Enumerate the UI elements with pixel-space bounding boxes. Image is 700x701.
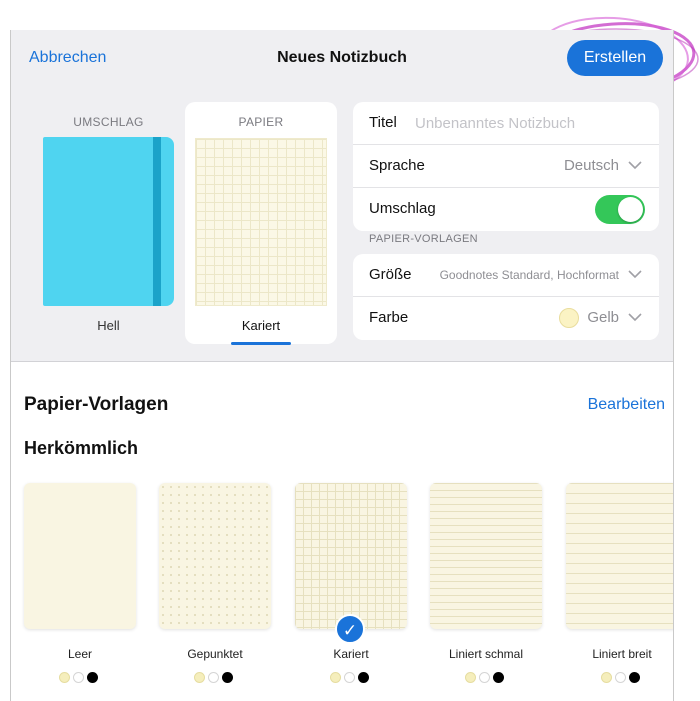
swatch-yellow[interactable] (330, 672, 341, 683)
color-swatches (194, 672, 244, 684)
paper-color-swatch (559, 308, 579, 328)
notebook-settings-panel: Titel Sprache Deutsch Umschlag (353, 102, 659, 231)
paper-settings-panel: Größe Goodnotes Standard, Hochformat Far… (353, 254, 659, 340)
template-thumbnail (159, 483, 271, 629)
swatch-yellow[interactable] (194, 672, 205, 683)
swatch-white[interactable] (479, 672, 490, 683)
paper-caption: Kariert (241, 318, 281, 333)
color-label: Farbe (369, 309, 409, 326)
edit-button[interactable]: Bearbeiten (588, 396, 665, 414)
swatch-yellow[interactable] (465, 672, 476, 683)
toggle-knob (618, 197, 643, 222)
language-label: Sprache (369, 157, 425, 174)
template-item-gepunktet[interactable]: Gepunktet (146, 483, 282, 693)
color-row[interactable]: Farbe Gelb (353, 297, 659, 340)
cover-elastic-band (153, 137, 161, 306)
title-row: Titel (353, 102, 659, 145)
templates-title: Papier-Vorlagen (24, 394, 169, 415)
template-label: Leer (67, 647, 93, 661)
template-item-leer[interactable]: Leer (11, 483, 147, 693)
cover-toggle-row: Umschlag (353, 188, 659, 231)
chevron-down-icon (628, 161, 642, 170)
swatch-white[interactable] (208, 672, 219, 683)
paper-preview-card[interactable]: PAPIER Kariert (185, 102, 337, 345)
language-row[interactable]: Sprache Deutsch (353, 145, 659, 188)
template-thumbnail (295, 483, 407, 629)
template-thumbnail (430, 483, 542, 629)
language-value: Deutsch (563, 157, 619, 174)
template-thumbnail (24, 483, 136, 629)
swatch-white[interactable] (73, 672, 84, 683)
cover-toggle[interactable] (595, 195, 645, 224)
swatch-white[interactable] (615, 672, 626, 683)
paper-preview-thumbnail (195, 138, 327, 306)
template-item-liniert-schmal[interactable]: Liniert schmal (417, 483, 553, 693)
template-label: Liniert schmal (448, 647, 524, 661)
title-label: Titel (369, 114, 397, 131)
template-group-title: Herkömmlich (24, 438, 139, 458)
paper-templates-area: Papier-Vorlagen Bearbeiten Herkömmlich L… (11, 363, 673, 701)
create-button[interactable]: Erstellen (567, 40, 663, 76)
swatch-black[interactable] (87, 672, 98, 683)
paper-section-label: PAPIER (238, 115, 284, 129)
size-row[interactable]: Größe Goodnotes Standard, Hochformat (353, 254, 659, 297)
color-value: Gelb (587, 309, 619, 326)
cover-section-label: UMSCHLAG (73, 115, 144, 129)
swatch-black[interactable] (629, 672, 640, 683)
color-swatches (330, 672, 380, 684)
title-input[interactable] (415, 110, 645, 136)
cover-preview[interactable] (43, 137, 174, 306)
size-value: Goodnotes Standard, Hochformat (439, 268, 619, 282)
chevron-down-icon (628, 313, 642, 322)
notebook-setup-area: Abbrechen Neues Notizbuch Erstellen UMSC… (11, 30, 673, 362)
color-swatches (59, 672, 109, 684)
swatch-white[interactable] (344, 672, 355, 683)
paper-templates-section-header: PAPIER-VORLAGEN (369, 233, 478, 245)
new-notebook-sheet: Abbrechen Neues Notizbuch Erstellen UMSC… (10, 30, 674, 701)
chevron-down-icon (628, 270, 642, 279)
checkmark-icon: ✓ (335, 614, 365, 644)
template-item-liniert-breit[interactable]: Liniert breit (553, 483, 673, 693)
swatch-yellow[interactable] (59, 672, 70, 683)
size-label: Größe (369, 266, 412, 283)
color-swatches (601, 672, 651, 684)
template-item-kariert[interactable]: ✓ Kariert (282, 483, 418, 693)
swatch-black[interactable] (358, 672, 369, 683)
swatch-yellow[interactable] (601, 672, 612, 683)
template-label: Kariert (333, 647, 369, 661)
cover-toggle-label: Umschlag (369, 200, 436, 217)
swatch-black[interactable] (493, 672, 504, 683)
color-swatches (465, 672, 515, 684)
swatch-black[interactable] (222, 672, 233, 683)
paper-selected-indicator (231, 342, 291, 345)
template-label: Liniert breit (592, 647, 652, 661)
cover-caption: Hell (97, 318, 120, 333)
template-label: Gepunktet (187, 647, 243, 661)
template-thumbnail (566, 483, 673, 629)
